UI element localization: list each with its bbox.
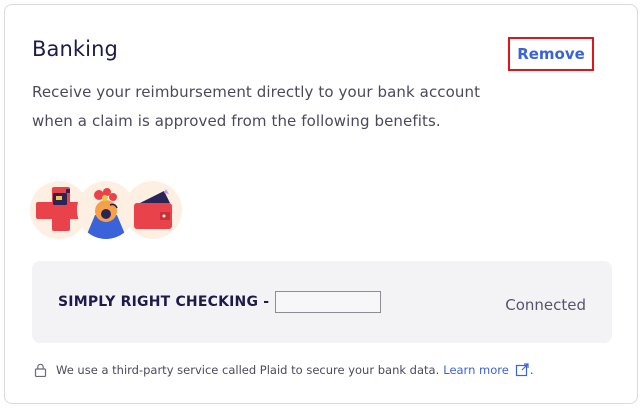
banking-card: Banking Remove Receive your reimbursemen… [4, 4, 638, 404]
notice-period: . [529, 363, 534, 377]
lock-icon [34, 363, 47, 377]
linked-account: SIMPLY RIGHT CHECKING - Connected [32, 261, 612, 343]
card-title: Banking [32, 37, 118, 61]
security-notice: We use a third-party service called Plai… [34, 363, 533, 377]
learn-more-link[interactable]: Learn more [443, 363, 509, 377]
benefit-icons [30, 178, 190, 244]
security-notice-text: We use a third-party service called Plai… [56, 363, 440, 377]
connection-status: Connected [505, 296, 586, 314]
card-description: Receive your reimbursement directly to y… [32, 83, 481, 130]
wallet-benefit-icon [124, 181, 182, 239]
remove-button[interactable]: Remove [508, 37, 594, 71]
account-name-row: SIMPLY RIGHT CHECKING - [58, 291, 382, 313]
external-link-icon[interactable] [515, 363, 529, 377]
masked-account-number [275, 291, 382, 313]
account-name: SIMPLY RIGHT CHECKING - [58, 294, 270, 310]
